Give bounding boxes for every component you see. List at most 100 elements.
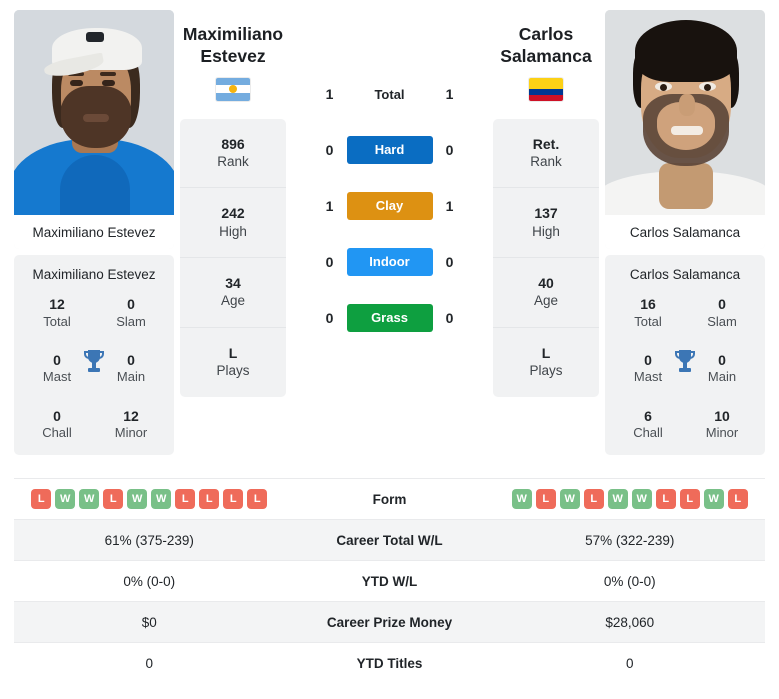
form-badge-l: L [727,489,748,509]
form-badge-w: W [151,489,172,509]
left-info-high: 242 High [180,188,286,259]
right-titles-player-name: Carlos Salamanca [629,267,741,282]
left-titles-minor-label: Minor [114,425,148,440]
right-titles-main-label: Main [707,369,737,385]
right-career-total-wl: 57% (322-239) [585,532,675,548]
right-age-value: 40 [538,275,554,292]
right-titles-main-value: 0 [718,351,726,368]
form-badge-w: W [127,489,148,509]
left-plays-label: Plays [216,363,250,379]
surface-clay-pill[interactable]: Clay [346,192,433,220]
right-info-card: Ret. Rank 137 High 40 Age L Plays [493,118,599,397]
right-titles-chall: 6 Chall [611,408,685,442]
surface-indoor-left-score: 0 [325,254,334,270]
form-badge-w: W [631,489,652,509]
surface-indoor-pill[interactable]: Indoor [346,248,433,276]
right-form-cell: WLWLWWLLWL [495,489,766,509]
left-titles-minor: 12 Minor [94,408,168,442]
right-titles-slam: 0 Slam [685,296,759,330]
left-info-column: Maximiliano Estevez 896 Rank 242 High 34 [174,10,292,397]
form-badge-w: W [559,489,580,509]
left-high-label: High [219,223,247,239]
left-form-badges: LWWLWWLLLL [14,489,285,509]
row-label-ytd-titles: YTD Titles [356,655,423,671]
left-info-card: 896 Rank 242 High 34 Age L Plays [180,118,286,397]
right-titles-main: 0 Main [685,352,759,386]
right-high-label: High [532,223,560,239]
surface-total-right-score: 1 [445,86,454,102]
left-titles-total-value: 12 [49,296,65,312]
left-titles-main: 0 Main [94,352,168,386]
form-badge-l: L [175,489,196,509]
player-comparison-page: Maximiliano Estevez Maximiliano Estevez … [0,0,779,699]
right-rank-value: Ret. [532,135,560,152]
surface-grass-pill[interactable]: Grass [346,304,433,332]
form-badge-w: W [79,489,100,509]
right-plays-value: L [541,344,551,361]
row-label-career-total-wl: Career Total W/L [336,532,443,548]
left-titles-main-value: 0 [127,351,135,368]
right-titles-chall-label: Chall [633,425,663,440]
surface-hard-pill[interactable]: Hard [346,136,433,164]
left-titles-mast: 0 Mast [20,352,94,386]
left-player-photo-card[interactable]: Maximiliano Estevez [14,10,174,249]
surface-hard-right-score: 0 [445,142,454,158]
form-badge-w: W [607,489,628,509]
right-titles-slam-value: 0 [718,296,726,312]
colombia-flag-icon [529,77,563,101]
left-player-column: Maximiliano Estevez Maximiliano Estevez … [14,10,174,456]
right-age-label: Age [533,293,559,309]
right-ytd-wl: 0% (0-0) [603,573,656,589]
left-titles-chall: 0 Chall [20,408,94,442]
left-titles-chall-label: Chall [42,425,72,440]
left-info-age: 34 Age [180,258,286,328]
form-badge-l: L [199,489,220,509]
right-high-value: 137 [534,205,558,222]
right-ytd-titles: 0 [625,655,634,671]
surface-clay-left-score: 1 [325,198,334,214]
left-ytd-wl: 0% (0-0) [123,573,176,589]
right-titles-minor-label: Minor [705,425,739,440]
surface-row-clay: 1 Clay 1 [298,178,481,234]
right-titles-minor-value: 10 [714,407,730,424]
left-titles-chall-value: 0 [53,407,61,424]
left-player-header: Maximiliano Estevez [180,10,286,107]
table-row-ytd-titles: 0 YTD Titles 0 [14,642,765,683]
left-titles-total: 12 Total [20,296,94,330]
right-player-photo-card[interactable]: Carlos Salamanca [605,10,765,249]
left-player-photo [14,10,174,215]
comparison-top: Maximiliano Estevez Maximiliano Estevez … [0,0,779,478]
surface-indoor-right-score: 0 [445,254,454,270]
right-player-name[interactable]: Carlos Salamanca [493,24,599,68]
table-row-form: LWWLWWLLLL Form WLWLWWLLWL [14,478,765,519]
row-label-career-prize-money: Career Prize Money [326,614,453,630]
left-career-total-wl: 61% (375-239) [104,532,194,548]
surface-grass-right-score: 0 [445,310,454,326]
argentina-flag-icon [216,77,250,101]
right-titles-total-value: 16 [640,296,656,312]
table-row-career-prize-money: $0 Career Prize Money $28,060 [14,601,765,642]
form-badge-l: L [679,489,700,509]
right-titles-mast: 0 Mast [611,352,685,386]
right-form-badges: WLWLWWLLWL [495,489,766,509]
form-badge-l: L [583,489,604,509]
right-player-header: Carlos Salamanca [493,10,599,107]
right-titles-chall-value: 6 [644,407,652,424]
form-badge-l: L [103,489,124,509]
right-career-prize-money: $28,060 [605,614,655,630]
surface-row-indoor: 0 Indoor 0 [298,234,481,290]
right-titles-minor: 10 Minor [685,408,759,442]
left-player-name[interactable]: Maximiliano Estevez [180,24,286,68]
right-rank-label: Rank [530,153,562,169]
surface-row-hard: 0 Hard 0 [298,122,481,178]
form-badge-l: L [535,489,556,509]
right-player-name-line2: Salamanca [500,45,592,66]
left-titles-minor-value: 12 [123,407,139,424]
form-badge-l: L [247,489,268,509]
left-career-prize-money: $0 [141,614,157,630]
right-titles-slam-label: Slam [707,313,737,329]
right-titles-grid: 16 Total 0 Slam 0 Mast 0 Main 6 Chall 10… [611,296,759,441]
left-player-name-line1: Maximiliano [182,24,284,44]
left-player-name-line2: Estevez [200,45,266,66]
table-row-ytd-wl: 0% (0-0) YTD W/L 0% (0-0) [14,560,765,601]
